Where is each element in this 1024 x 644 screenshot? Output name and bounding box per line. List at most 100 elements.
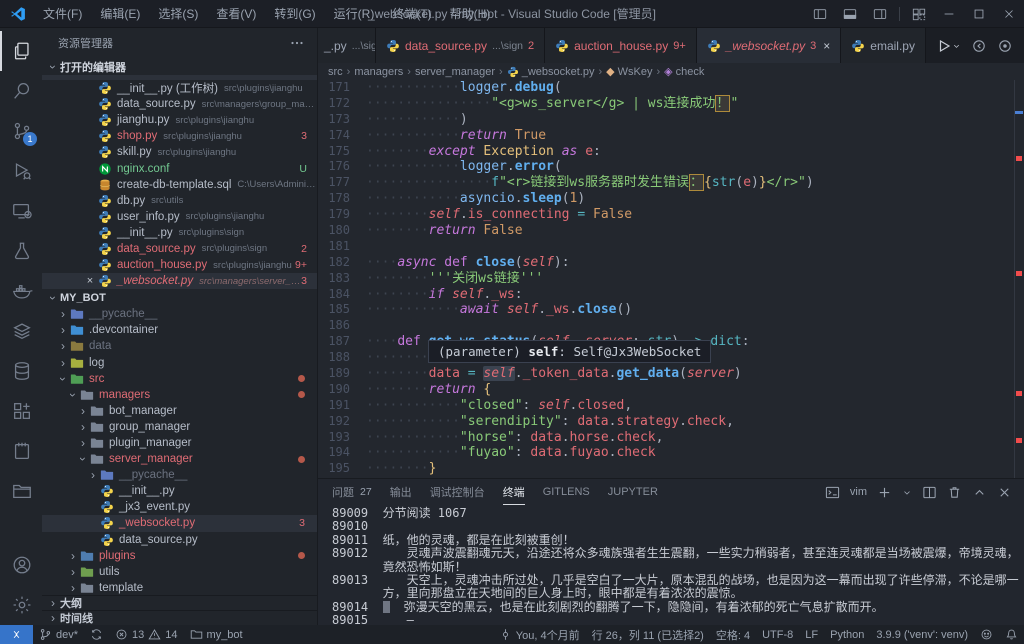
open-editors-header[interactable]: › 打开的编辑器	[42, 58, 317, 75]
extensions-icon[interactable]	[0, 391, 42, 431]
panel-tab[interactable]: GITLENS	[543, 479, 590, 505]
explorer-icon[interactable]	[0, 31, 42, 71]
open-editor-item[interactable]: create-db-template.sqlC:\Users\Administr…	[42, 177, 317, 193]
code-line[interactable]: 192············"serendipity": data.strat…	[318, 414, 1024, 430]
tree-item[interactable]: ›utils	[42, 564, 317, 580]
tree-item[interactable]: ›__pycache__	[42, 467, 317, 483]
maximize-button[interactable]	[964, 0, 994, 27]
code-line[interactable]: 195········}	[318, 461, 1024, 477]
line-number[interactable]: 179	[318, 207, 366, 223]
line-number[interactable]: 191	[318, 398, 366, 414]
toggle-panel-icon[interactable]	[835, 0, 865, 27]
line-number[interactable]: 175	[318, 144, 366, 160]
remote-explorer-icon[interactable]	[0, 191, 42, 231]
tree-item[interactable]: ›log	[42, 355, 317, 371]
open-editor-item[interactable]: skill.pysrc\plugins\jianghu	[42, 144, 317, 160]
tree-item[interactable]: __init__.py	[42, 483, 317, 499]
search-icon[interactable]	[0, 71, 42, 111]
line-number[interactable]: 181	[318, 239, 366, 255]
breadcrumb-item[interactable]: ◈check	[664, 65, 704, 78]
layers-icon[interactable]	[0, 311, 42, 351]
menu-item[interactable]: 选择(S)	[149, 0, 207, 28]
code-line[interactable]: 191············"closed": self.closed,	[318, 398, 1024, 414]
status-item-problems[interactable]: 1314	[109, 625, 184, 644]
status-item-cursor-position[interactable]: 行 26，列 11 (已选择2)	[586, 625, 710, 644]
database-icon[interactable]	[0, 351, 42, 391]
notebook-icon[interactable]	[0, 431, 42, 471]
tree-item[interactable]: data_source.py	[42, 532, 317, 548]
tree-item[interactable]: _websocket.py3	[42, 515, 317, 531]
line-number[interactable]: 173	[318, 112, 366, 128]
code-line[interactable]: 182····async def close(self):	[318, 255, 1024, 271]
panel-tab[interactable]: JUPYTER	[608, 479, 658, 505]
open-editor-item[interactable]: ×_websocket.pysrc\managers\server_manage…	[42, 273, 317, 289]
customize-layout-icon[interactable]	[904, 0, 934, 27]
new-terminal-icon[interactable]	[877, 485, 892, 500]
menu-item[interactable]: 转到(G)	[265, 0, 324, 28]
menu-item[interactable]: 终端(T)	[383, 0, 440, 28]
line-number[interactable]: 180	[318, 223, 366, 239]
open-editor-item[interactable]: nginx.confU	[42, 160, 317, 176]
open-editor-item[interactable]: auction_house.pysrc\plugins\jianghu9+	[42, 257, 317, 273]
maximize-panel-icon[interactable]	[972, 485, 987, 500]
project-root-header[interactable]: › MY_BOT	[42, 289, 317, 306]
open-editor-item[interactable]: __init__.py (工作树)src\plugins\jianghu	[42, 80, 317, 96]
status-item-interpreter[interactable]: 3.9.9 ('venv': venv)	[870, 625, 974, 644]
status-item-notifications[interactable]	[999, 625, 1024, 644]
menu-item[interactable]: 查看(V)	[207, 0, 265, 28]
code-line[interactable]: 193············"horse": data.horse.check…	[318, 430, 1024, 446]
line-number[interactable]: 189	[318, 366, 366, 382]
line-number[interactable]: 176	[318, 159, 366, 175]
code-line[interactable]: 174············return True	[318, 128, 1024, 144]
explorer-more-actions-icon[interactable]	[289, 35, 305, 51]
tree-item[interactable]: ›group_manager	[42, 419, 317, 435]
status-item-sync[interactable]	[84, 625, 109, 644]
code-line[interactable]: 178············asyncio.sleep(1)	[318, 191, 1024, 207]
open-editor-item[interactable]: db.pysrc\utils	[42, 193, 317, 209]
tree-item[interactable]: ›__pycache__	[42, 306, 317, 322]
status-item-feedback[interactable]	[974, 625, 999, 644]
line-number[interactable]: 185	[318, 302, 366, 318]
panel-tab[interactable]: 终端	[503, 479, 525, 505]
line-number[interactable]: 195	[318, 461, 366, 477]
status-item-language[interactable]: Python	[824, 625, 870, 644]
code-line[interactable]: 171············logger.debug(	[318, 80, 1024, 96]
status-item-indentation[interactable]: 空格: 4	[710, 625, 756, 644]
code-line[interactable]: 183········'''关闭ws链接'''	[318, 271, 1024, 287]
code-line[interactable]: 176············logger.error(	[318, 159, 1024, 175]
last-edit-location-icon[interactable]	[997, 38, 1013, 54]
line-number[interactable]: 188	[318, 350, 366, 366]
code-line[interactable]: 186	[318, 318, 1024, 334]
status-item-encoding[interactable]: UTF-8	[756, 625, 799, 644]
account-icon[interactable]	[0, 545, 42, 585]
line-number[interactable]: 184	[318, 287, 366, 303]
code-line[interactable]: 190········return {	[318, 382, 1024, 398]
status-item-branch[interactable]: dev*	[33, 625, 84, 644]
code-line[interactable]: 179········self.is_connecting = False	[318, 207, 1024, 223]
editor-tab[interactable]: _.py...\sign	[318, 28, 376, 63]
code-editor[interactable]: 171············logger.debug(172·········…	[318, 80, 1024, 478]
panel-tab[interactable]: 调试控制台	[430, 479, 485, 505]
code-line[interactable]: 175········except Exception as e:	[318, 144, 1024, 160]
line-number[interactable]: 192	[318, 414, 366, 430]
editor-tab[interactable]: data_source.py...\sign2	[376, 28, 545, 63]
code-line[interactable]: 189········data = self._token_data.get_d…	[318, 366, 1024, 382]
minimize-button[interactable]	[934, 0, 964, 27]
kill-terminal-icon[interactable]	[947, 485, 962, 500]
line-number[interactable]: 194	[318, 445, 366, 461]
line-number[interactable]: 182	[318, 255, 366, 271]
outline-section[interactable]: › 大纲	[42, 595, 317, 610]
line-number[interactable]: 171	[318, 80, 366, 96]
breadcrumb-item[interactable]: ◆WsKey	[606, 65, 652, 78]
navigate-back-icon[interactable]	[971, 38, 987, 54]
status-item-workspace[interactable]: my_bot	[184, 625, 249, 644]
line-number[interactable]: 190	[318, 382, 366, 398]
source-control-icon[interactable]: 1	[0, 111, 42, 151]
close-icon[interactable]: ×	[82, 275, 98, 287]
open-editor-item[interactable]: shop.pysrc\plugins\jianghu3	[42, 128, 317, 144]
open-editor-item[interactable]: user_info.pysrc\plugins\jianghu	[42, 209, 317, 225]
code-line[interactable]: 173············)	[318, 112, 1024, 128]
code-line[interactable]: 185············await self._ws.close()	[318, 302, 1024, 318]
open-editor-item[interactable]: data_source.pysrc\plugins\sign2	[42, 241, 317, 257]
code-line[interactable]: 177················f"<r>链接到ws服务器时发生错误：{s…	[318, 175, 1024, 191]
